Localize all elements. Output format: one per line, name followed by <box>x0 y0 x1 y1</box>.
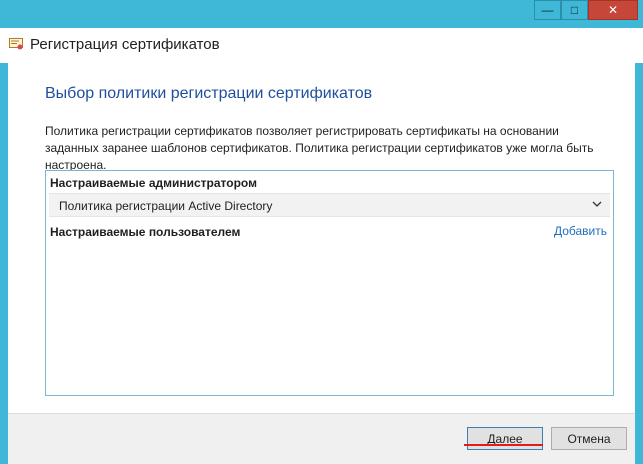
minimize-button[interactable]: — <box>534 0 561 20</box>
cancel-button[interactable]: Отмена <box>551 427 627 450</box>
window-title: Регистрация сертификатов <box>30 36 220 53</box>
maximize-button[interactable]: □ <box>561 0 588 20</box>
window-titlebar[interactable]: — □ ✕ <box>0 0 643 28</box>
certificate-enrollment-window: — □ ✕ Регистрация сертификатов Выбор пол… <box>0 0 643 464</box>
policy-list-item[interactable]: Политика регистрации Active Directory <box>49 193 610 217</box>
chevron-down-icon[interactable] <box>592 199 602 209</box>
annotation-underline <box>464 444 543 446</box>
page-title: Выбор политики регистрации сертификатов <box>45 85 373 102</box>
certificate-icon <box>9 38 23 50</box>
policy-item-label: Политика регистрации Active Directory <box>59 199 273 213</box>
page-description: Политика регистрации сертификатов позвол… <box>45 124 594 172</box>
admin-group-label: Настраиваемые администратором <box>50 176 257 190</box>
add-policy-link[interactable]: Добавить <box>554 224 607 238</box>
user-group-label: Настраиваемые пользователем <box>50 225 241 239</box>
next-button[interactable]: Далее <box>467 427 543 450</box>
close-button[interactable]: ✕ <box>588 0 638 20</box>
policy-list-panel: Настраиваемые администратором Политика р… <box>45 170 614 396</box>
